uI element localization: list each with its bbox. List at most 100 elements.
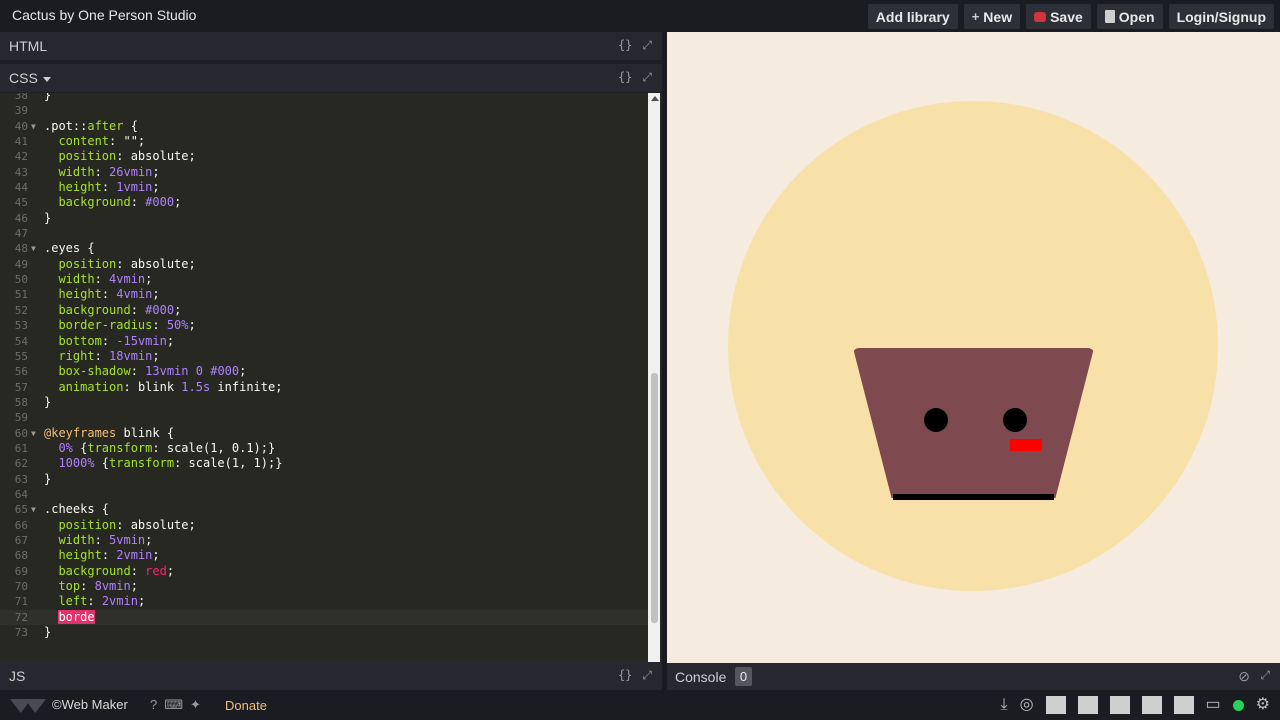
code-line[interactable]: 59	[0, 410, 648, 425]
scrollbar-thumb[interactable]	[651, 373, 658, 623]
code-text[interactable]: content: "";	[44, 134, 145, 149]
code-line[interactable]: 64	[0, 487, 648, 502]
code-text[interactable]: }	[44, 211, 51, 226]
code-line[interactable]: 53 border-radius: 50%;	[0, 318, 648, 333]
code-line[interactable]: 49 position: absolute;	[0, 257, 648, 272]
code-line[interactable]: 71 left: 2vmin;	[0, 594, 648, 609]
code-line[interactable]: 54 bottom: -15vmin;	[0, 334, 648, 349]
code-line[interactable]: 41 content: "";	[0, 134, 648, 149]
code-lines[interactable]: 38} 39 40 ▼ .pot::after {41 content: ""; 42 p…	[0, 93, 648, 640]
code-line[interactable]: 44 height: 1vmin;	[0, 180, 648, 195]
css-code-editor[interactable]: 38} 39 40 ▼ .pot::after {41 content: ""; 42 p…	[0, 93, 662, 690]
code-text[interactable]: }	[44, 395, 51, 410]
code-text[interactable]: position: absolute;	[44, 149, 195, 164]
fold-arrow-icon[interactable]: ▼	[31, 502, 36, 517]
code-text[interactable]: position: absolute;	[44, 257, 195, 272]
code-line[interactable]: 68 height: 2vmin;	[0, 548, 648, 563]
code-braces-icon[interactable]: {}	[618, 70, 632, 85]
code-braces-icon[interactable]: {}	[618, 38, 632, 53]
code-text[interactable]: }	[44, 472, 51, 487]
code-line[interactable]: 72 borde	[0, 609, 648, 626]
code-text[interactable]: .pot::after {	[44, 119, 138, 134]
expand-icon[interactable]: ⤢	[642, 70, 652, 85]
code-line[interactable]: 66 position: absolute;	[0, 518, 648, 533]
code-line[interactable]: 51 height: 4vmin;	[0, 287, 648, 302]
code-text[interactable]: position: absolute;	[44, 518, 195, 533]
code-text[interactable]: top: 8vmin;	[44, 579, 138, 594]
code-line[interactable]: 69 background: red;	[0, 564, 648, 579]
code-line[interactable]: 62 1000% {transform: scale(1, 1);}	[0, 456, 648, 471]
user-status-icon[interactable]	[1232, 699, 1244, 711]
code-line[interactable]: 40 ▼ .pot::after {	[0, 119, 648, 134]
download-icon[interactable]: ⤓	[1000, 695, 1007, 715]
code-line[interactable]: 42 position: absolute;	[0, 149, 648, 164]
code-line[interactable]: 58}	[0, 395, 648, 410]
code-text[interactable]: .cheeks {	[44, 502, 109, 517]
keyboard-icon[interactable]: ⌨	[164, 697, 183, 713]
login-signup-button[interactable]: Login/Signup	[1168, 4, 1274, 29]
open-button[interactable]: Open	[1096, 4, 1163, 29]
code-text[interactable]: }	[44, 625, 51, 640]
code-line[interactable]: 55 right: 18vmin;	[0, 349, 648, 364]
code-line[interactable]: 39	[0, 103, 648, 118]
donate-link[interactable]: Donate	[225, 698, 267, 713]
editor-scrollbar[interactable]	[648, 93, 660, 690]
js-pane-header[interactable]: JS {} ⤢	[0, 662, 662, 690]
code-line[interactable]: 70 top: 8vmin;	[0, 579, 648, 594]
code-text[interactable]: width: 5vmin;	[44, 533, 152, 548]
code-line[interactable]: 65 ▼ .cheeks {	[0, 502, 648, 517]
code-text[interactable]: box-shadow: 13vmin 0 #000;	[44, 364, 246, 379]
layout-2-icon[interactable]	[1077, 696, 1098, 714]
code-text[interactable]: right: 18vmin;	[44, 349, 159, 364]
fold-arrow-icon[interactable]: ▼	[31, 241, 36, 256]
code-text[interactable]: animation: blink 1.5s infinite;	[44, 380, 282, 395]
code-text[interactable]: width: 4vmin;	[44, 272, 152, 287]
code-text[interactable]: bottom: -15vmin;	[44, 334, 174, 349]
console-bar[interactable]: Console 0 ⊘ ⤢	[667, 663, 1280, 690]
codepen-icon[interactable]: ◎	[1020, 695, 1034, 715]
code-text[interactable]: height: 1vmin;	[44, 180, 159, 195]
code-line[interactable]: 47	[0, 226, 648, 241]
code-line[interactable]: 43 width: 26vmin;	[0, 165, 648, 180]
add-library-button[interactable]: Add library	[867, 4, 958, 29]
fold-arrow-icon[interactable]: ▼	[31, 426, 36, 441]
layout-3-icon[interactable]	[1109, 696, 1130, 714]
expand-console-icon[interactable]: ⤢	[1260, 668, 1270, 683]
web-maker-brand[interactable]: ©Web Maker	[52, 697, 128, 712]
scroll-up-arrow-icon[interactable]	[651, 96, 659, 101]
code-line[interactable]: 67 width: 5vmin;	[0, 533, 648, 548]
web-maker-logo-icon[interactable]	[10, 699, 46, 713]
code-line[interactable]: 61 0% {transform: scale(1, 0.1);}	[0, 441, 648, 456]
new-button[interactable]: + New	[963, 4, 1021, 29]
code-line[interactable]: 63}	[0, 472, 648, 487]
code-text[interactable]: height: 2vmin;	[44, 548, 159, 563]
code-line[interactable]: 73}	[0, 625, 648, 640]
layout-5-icon[interactable]	[1173, 696, 1194, 714]
code-line[interactable]: 46}	[0, 211, 648, 226]
code-line[interactable]: 52 background: #000;	[0, 303, 648, 318]
code-text[interactable]: left: 2vmin;	[44, 594, 145, 609]
code-text[interactable]: width: 26vmin;	[44, 165, 159, 180]
clear-console-icon[interactable]: ⊘	[1238, 668, 1250, 685]
fold-arrow-icon[interactable]: ▼	[31, 119, 36, 134]
code-text[interactable]: @keyframes blink {	[44, 426, 174, 441]
gear-icon[interactable]: ⚙	[1256, 695, 1270, 715]
code-text[interactable]: background: #000;	[44, 195, 181, 210]
code-line[interactable]: 38}	[0, 93, 648, 103]
code-line[interactable]: 45 background: #000;	[0, 195, 648, 210]
code-braces-icon[interactable]: {}	[618, 668, 632, 683]
code-line[interactable]: 56 box-shadow: 13vmin 0 #000;	[0, 364, 648, 379]
code-line[interactable]: 60 ▼ @keyframes blink {	[0, 426, 648, 441]
save-button[interactable]: Save	[1026, 4, 1091, 29]
code-text[interactable]: 1000% {transform: scale(1, 1);}	[44, 456, 282, 471]
code-line[interactable]: 57 animation: blink 1.5s infinite;	[0, 380, 648, 395]
layout-1-icon[interactable]	[1045, 696, 1066, 714]
code-text[interactable]: background: #000;	[44, 303, 181, 318]
css-pane-title[interactable]: CSS	[9, 70, 51, 86]
code-text[interactable]: 0% {transform: scale(1, 0.1);}	[44, 441, 275, 456]
expand-icon[interactable]: ⤢	[642, 668, 652, 683]
code-text[interactable]: borde	[44, 609, 95, 625]
code-text[interactable]: background: red;	[44, 564, 174, 579]
css-pane-header[interactable]: CSS {} ⤢	[0, 64, 662, 92]
code-line[interactable]: 48 ▼ .eyes {	[0, 241, 648, 256]
